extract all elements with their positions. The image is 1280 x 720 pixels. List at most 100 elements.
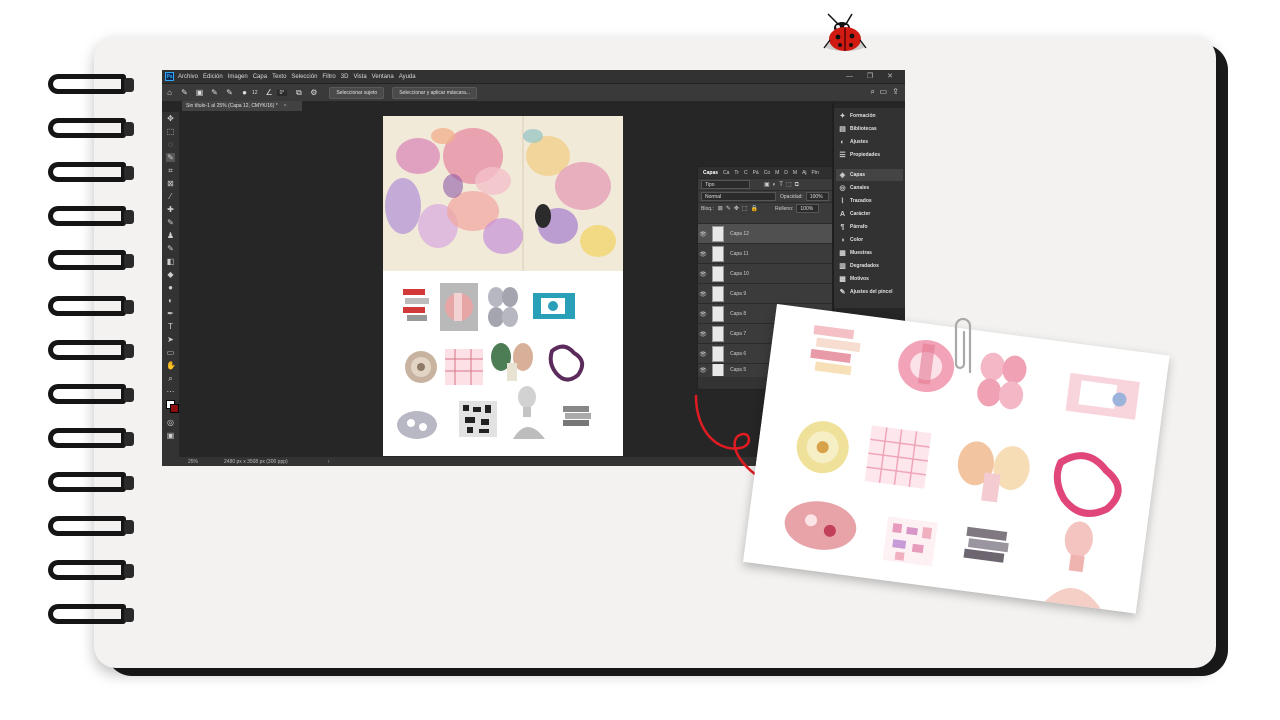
panel-parrafo[interactable]: ¶ Párrafo — [836, 221, 903, 233]
menu-vista[interactable]: Vista — [353, 74, 366, 80]
panel-degradados[interactable]: ▥ Degradados — [836, 260, 903, 272]
panel-bibliotecas[interactable]: ▤ Bibliotecas — [836, 123, 903, 135]
menu-3d[interactable]: 3D — [341, 74, 349, 80]
rectangle-tool-icon[interactable]: ▭ — [166, 348, 175, 357]
more-tools-icon[interactable]: ⋯ — [166, 387, 175, 396]
add-selection-icon[interactable]: ✎ — [210, 88, 219, 97]
tab-pincel[interactable]: Pin — [812, 170, 819, 176]
panel-motivos[interactable]: ▩ Motivos — [836, 273, 903, 285]
home-icon[interactable]: ⌂ — [165, 88, 174, 97]
quick-selection-tool-icon[interactable]: ✎ — [166, 153, 175, 162]
healing-brush-icon[interactable]: ✚ — [166, 205, 175, 214]
tab-degradados[interactable]: D — [784, 170, 788, 176]
blur-tool-icon[interactable]: ● — [166, 283, 175, 292]
tab-color[interactable]: Co — [764, 170, 770, 176]
select-and-mask-button[interactable]: Seleccionar y aplicar máscara... — [392, 86, 478, 99]
panel-ajustes-pincel[interactable]: ✎ Ajustes del pincel — [836, 286, 903, 298]
fill-field[interactable]: 100% — [796, 204, 820, 213]
angle-field[interactable]: 0° — [276, 89, 288, 96]
tab-caracter[interactable]: C — [744, 170, 748, 176]
brush-preset-icon[interactable]: ✎ — [180, 88, 189, 97]
status-arrow-icon[interactable]: › — [328, 459, 330, 465]
background-color-swatch[interactable] — [170, 404, 179, 413]
crop-tool-icon[interactable]: ⌗ — [166, 166, 175, 175]
menu-imagen[interactable]: Imagen — [228, 74, 248, 80]
spiral-ring — [48, 296, 134, 320]
panel-canales[interactable]: ◎ Canales — [836, 182, 903, 194]
dodge-tool-icon[interactable]: ◐ — [166, 296, 175, 305]
eye-icon[interactable]: 👁 — [698, 351, 708, 358]
marquee-tool-icon[interactable]: ⬚ — [166, 127, 175, 136]
lock-icons[interactable]: ⊠✎✥⬚🔒 — [718, 205, 761, 212]
subtract-selection-icon[interactable]: ✎ — [225, 88, 234, 97]
document-canvas[interactable] — [383, 116, 623, 456]
move-tool-icon[interactable]: ✥ — [166, 114, 175, 123]
opacity-field[interactable]: 100% — [805, 192, 829, 201]
hand-tool-icon[interactable]: ✋ — [166, 361, 176, 370]
panel-capas[interactable]: ◈ Capas — [836, 169, 903, 181]
eye-icon[interactable]: 👁 — [698, 231, 708, 238]
frame-tool-icon[interactable]: ⊠ — [166, 179, 175, 188]
history-brush-icon[interactable]: ✎ — [166, 244, 175, 253]
menu-ayuda[interactable]: Ayuda — [399, 74, 416, 80]
menu-ventana[interactable]: Ventana — [372, 74, 394, 80]
layer-row[interactable]: 👁 Capa 9 — [698, 283, 833, 304]
share-icon[interactable]: ⇪ — [892, 87, 899, 96]
eye-icon[interactable]: 👁 — [698, 271, 708, 278]
tab-muestras[interactable]: M — [775, 170, 779, 176]
menu-texto[interactable]: Texto — [272, 74, 286, 80]
lasso-tool-icon[interactable]: ◌ — [166, 140, 175, 149]
menu-edicion[interactable]: Edición — [203, 74, 223, 80]
search-icon[interactable]: ⌕ — [871, 87, 875, 97]
menu-archivo[interactable]: Archivo — [178, 74, 198, 80]
eye-icon[interactable]: 👁 — [698, 331, 708, 338]
filter-kind-select[interactable]: Tipo — [701, 180, 750, 189]
panel-caracter[interactable]: A Carácter — [836, 208, 903, 220]
layer-row[interactable]: 👁 Capa 10 — [698, 263, 833, 284]
menu-filtro[interactable]: Filtro — [322, 74, 335, 80]
menu-seleccion[interactable]: Selección — [291, 74, 317, 80]
eye-icon[interactable]: 👁 — [698, 311, 708, 318]
eye-icon[interactable]: 👁 — [698, 367, 708, 374]
settings-gear-icon[interactable]: ⚙ — [309, 88, 318, 97]
sample-all-layers-icon[interactable]: ⧉ — [294, 88, 303, 97]
tab-trazados[interactable]: Tr — [734, 170, 739, 176]
zoom-tool-icon[interactable]: ⌕ — [166, 374, 175, 383]
blend-mode-select[interactable]: Normal — [701, 192, 776, 201]
filter-icons[interactable]: ▣◐T⬚⧉ — [764, 181, 802, 189]
panel-propiedades[interactable]: ☰ Propiedades — [836, 149, 903, 161]
panel-trazados[interactable]: ⌇ Trazados — [836, 195, 903, 207]
pen-tool-icon[interactable]: ✒ — [166, 309, 175, 318]
close-tab-icon[interactable]: × — [284, 103, 287, 109]
panel-color[interactable]: ◑ Color — [836, 234, 903, 246]
path-selection-icon[interactable]: ➤ — [166, 335, 175, 344]
panel-ajustes[interactable]: ◐ Ajustes — [836, 136, 903, 148]
paint-bucket-icon[interactable]: ◆ — [166, 270, 175, 279]
new-selection-icon[interactable]: ▣ — [195, 88, 204, 97]
screen-mode-icon[interactable]: ▣ — [166, 431, 175, 440]
eye-icon[interactable]: 👁 — [698, 251, 708, 258]
tab-ajustes[interactable]: Aj — [802, 170, 806, 176]
panel-muestras[interactable]: ▦ Muestras — [836, 247, 903, 259]
quick-mask-icon[interactable]: ◎ — [166, 418, 175, 427]
clone-stamp-icon[interactable]: ♟ — [166, 231, 175, 240]
tab-capas[interactable]: Capas — [703, 170, 718, 176]
brush-size-icon[interactable]: ● — [240, 88, 249, 97]
window-controls[interactable]: — ❐ ✕ — [846, 72, 899, 80]
tab-canales[interactable]: Ca — [723, 170, 729, 176]
layer-row[interactable]: 👁 Capa 11 — [698, 243, 833, 264]
panel-formacion[interactable]: ✦ Formación — [836, 110, 903, 122]
document-tab[interactable]: Sin título-1 al 25% (Capa 12, CMYK/16) *… — [182, 101, 302, 111]
menu-capa[interactable]: Capa — [253, 74, 267, 80]
layer-row[interactable]: 👁 Capa 12 — [698, 223, 833, 244]
type-tool-icon[interactable]: T — [166, 322, 175, 331]
zoom-level[interactable]: 25% — [188, 459, 198, 465]
eyedropper-tool-icon[interactable]: ⁄ — [166, 192, 175, 201]
eye-icon[interactable]: 👁 — [698, 291, 708, 298]
select-subject-button[interactable]: Seleccionar sujeto — [329, 86, 385, 99]
tab-parrafo[interactable]: Pá — [753, 170, 759, 176]
eraser-tool-icon[interactable]: ◧ — [166, 257, 175, 266]
workspace-icon[interactable]: ▭ — [879, 87, 887, 96]
brush-tool-icon[interactable]: ✎ — [166, 218, 175, 227]
tab-motivos[interactable]: M — [793, 170, 797, 176]
